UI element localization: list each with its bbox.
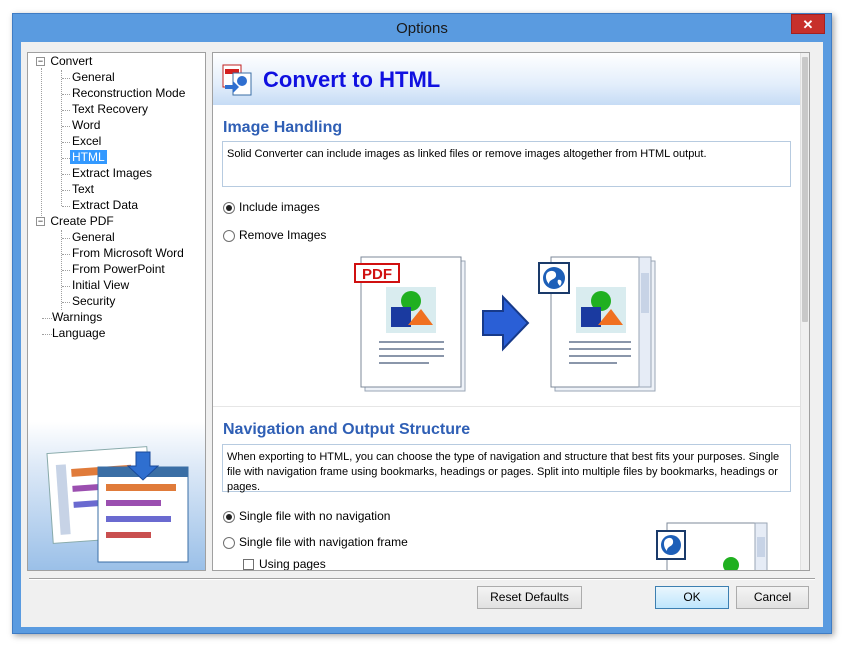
tree-item-label: Word xyxy=(72,118,101,132)
radio-indicator[interactable] xyxy=(223,229,235,242)
tree-item-general[interactable]: General xyxy=(70,69,117,85)
tree-item-label: Language xyxy=(52,326,106,340)
options-tree: − Convert General Reconstruction Mode Te… xyxy=(27,52,206,571)
radio-indicator[interactable] xyxy=(223,201,235,214)
tree-item-label: Security xyxy=(72,294,116,308)
title-bar[interactable]: Options ✕ xyxy=(13,14,831,42)
tree-item-initial-view[interactable]: Initial View xyxy=(70,277,131,293)
tree-item-label: General xyxy=(72,230,115,244)
tree-item-label: From Microsoft Word xyxy=(72,246,184,260)
tree-item-extract-images[interactable]: Extract Images xyxy=(70,165,154,181)
tree-item-html[interactable]: HTML xyxy=(70,149,107,165)
description-text: When exporting to HTML, you can choose t… xyxy=(227,451,780,493)
description-text: Solid Converter can include images as li… xyxy=(227,148,707,160)
radio-indicator[interactable] xyxy=(223,536,235,549)
tree-item-word[interactable]: Word xyxy=(70,117,102,133)
tree-item-label: Text Recovery xyxy=(72,102,149,116)
convert-html-icon xyxy=(222,64,252,96)
tree-item-extract-data[interactable]: Extract Data xyxy=(70,197,140,213)
include-images-radio[interactable]: Include images xyxy=(223,200,320,216)
section-title-image-handling: Image Handling xyxy=(223,119,343,136)
document-stack-icon xyxy=(46,446,189,563)
tree-item-reconstruction-mode[interactable]: Reconstruction Mode xyxy=(70,85,187,101)
tree-item-label: Excel xyxy=(72,134,102,148)
checkbox-label: Using pages xyxy=(259,557,326,571)
radio-label: Include images xyxy=(239,200,320,214)
pdf-badge: PDF xyxy=(354,263,400,283)
tree-item-label: From PowerPoint xyxy=(72,262,165,276)
tree-item-from-microsoft-word[interactable]: From Microsoft Word xyxy=(70,245,186,261)
scrollbar-thumb[interactable] xyxy=(802,57,808,322)
settings-panel: Convert to HTML Image Handling Solid Con… xyxy=(212,52,810,571)
pdf-to-html-illustration: PDF xyxy=(353,253,663,398)
tree-item-text[interactable]: Text xyxy=(70,181,96,197)
single-file-navigation-frame-radio[interactable]: Single file with navigation frame xyxy=(223,535,408,551)
page-title: Convert to HTML xyxy=(263,67,441,92)
content-scrollbar[interactable] xyxy=(800,53,809,570)
tree-item-warnings[interactable]: Warnings xyxy=(50,309,104,325)
tree-item-create-pdf[interactable]: − Create PDF xyxy=(36,213,116,229)
reset-defaults-button[interactable]: Reset Defaults xyxy=(477,586,582,609)
tree-item-label: Text xyxy=(72,182,95,196)
radio-indicator[interactable] xyxy=(223,510,235,523)
options-dialog: Options ✕ − Convert General Reconstructi… xyxy=(12,13,832,634)
tree-item-label: Create PDF xyxy=(50,214,114,228)
convert-illustration xyxy=(28,422,205,570)
section-title-navigation: Navigation and Output Structure xyxy=(223,421,471,438)
tree-item-label: Initial View xyxy=(72,278,130,292)
window-title: Options xyxy=(396,20,448,37)
tree-item-label: HTML xyxy=(70,150,107,164)
cancel-button[interactable]: Cancel xyxy=(736,586,809,609)
radio-label: Remove Images xyxy=(239,228,327,242)
checkbox-indicator[interactable] xyxy=(243,559,254,570)
close-button[interactable]: ✕ xyxy=(791,14,825,34)
tree-item-convert[interactable]: − Convert xyxy=(36,53,94,69)
tree-item-label: Reconstruction Mode xyxy=(72,86,186,100)
tree-item-label: General xyxy=(72,70,115,84)
tree-item-excel[interactable]: Excel xyxy=(70,133,103,149)
tree-item-label: Convert xyxy=(50,54,93,68)
collapse-icon[interactable]: − xyxy=(36,57,45,67)
tree-item-label: Extract Data xyxy=(72,198,139,212)
radio-label: Single file with no navigation xyxy=(239,509,391,523)
tree-item-label: Extract Images xyxy=(72,166,153,180)
radio-label: Single file with navigation frame xyxy=(239,535,408,549)
navigation-description: When exporting to HTML, you can choose t… xyxy=(222,444,791,493)
tree-item-from-powerpoint[interactable]: From PowerPoint xyxy=(70,261,167,277)
close-icon: ✕ xyxy=(802,17,814,32)
tree-item-label: Warnings xyxy=(52,310,103,324)
footer-separator xyxy=(29,578,815,580)
tree-item-language[interactable]: Language xyxy=(50,325,107,341)
tree-item-security[interactable]: Security xyxy=(70,293,117,309)
ok-button[interactable]: OK xyxy=(655,586,729,609)
using-pages-checkbox[interactable]: Using pages xyxy=(243,557,326,571)
dialog-body: − Convert General Reconstruction Mode Te… xyxy=(21,42,823,627)
image-handling-description: Solid Converter can include images as li… xyxy=(222,141,791,187)
remove-images-radio[interactable]: Remove Images xyxy=(223,228,326,244)
single-file-no-navigation-radio[interactable]: Single file with no navigation xyxy=(223,509,390,525)
collapse-icon[interactable]: − xyxy=(36,217,45,227)
tree-item-pdf-general[interactable]: General xyxy=(70,229,117,245)
tree-item-text-recovery[interactable]: Text Recovery xyxy=(70,101,150,117)
navigation-preview-illustration xyxy=(656,522,768,570)
